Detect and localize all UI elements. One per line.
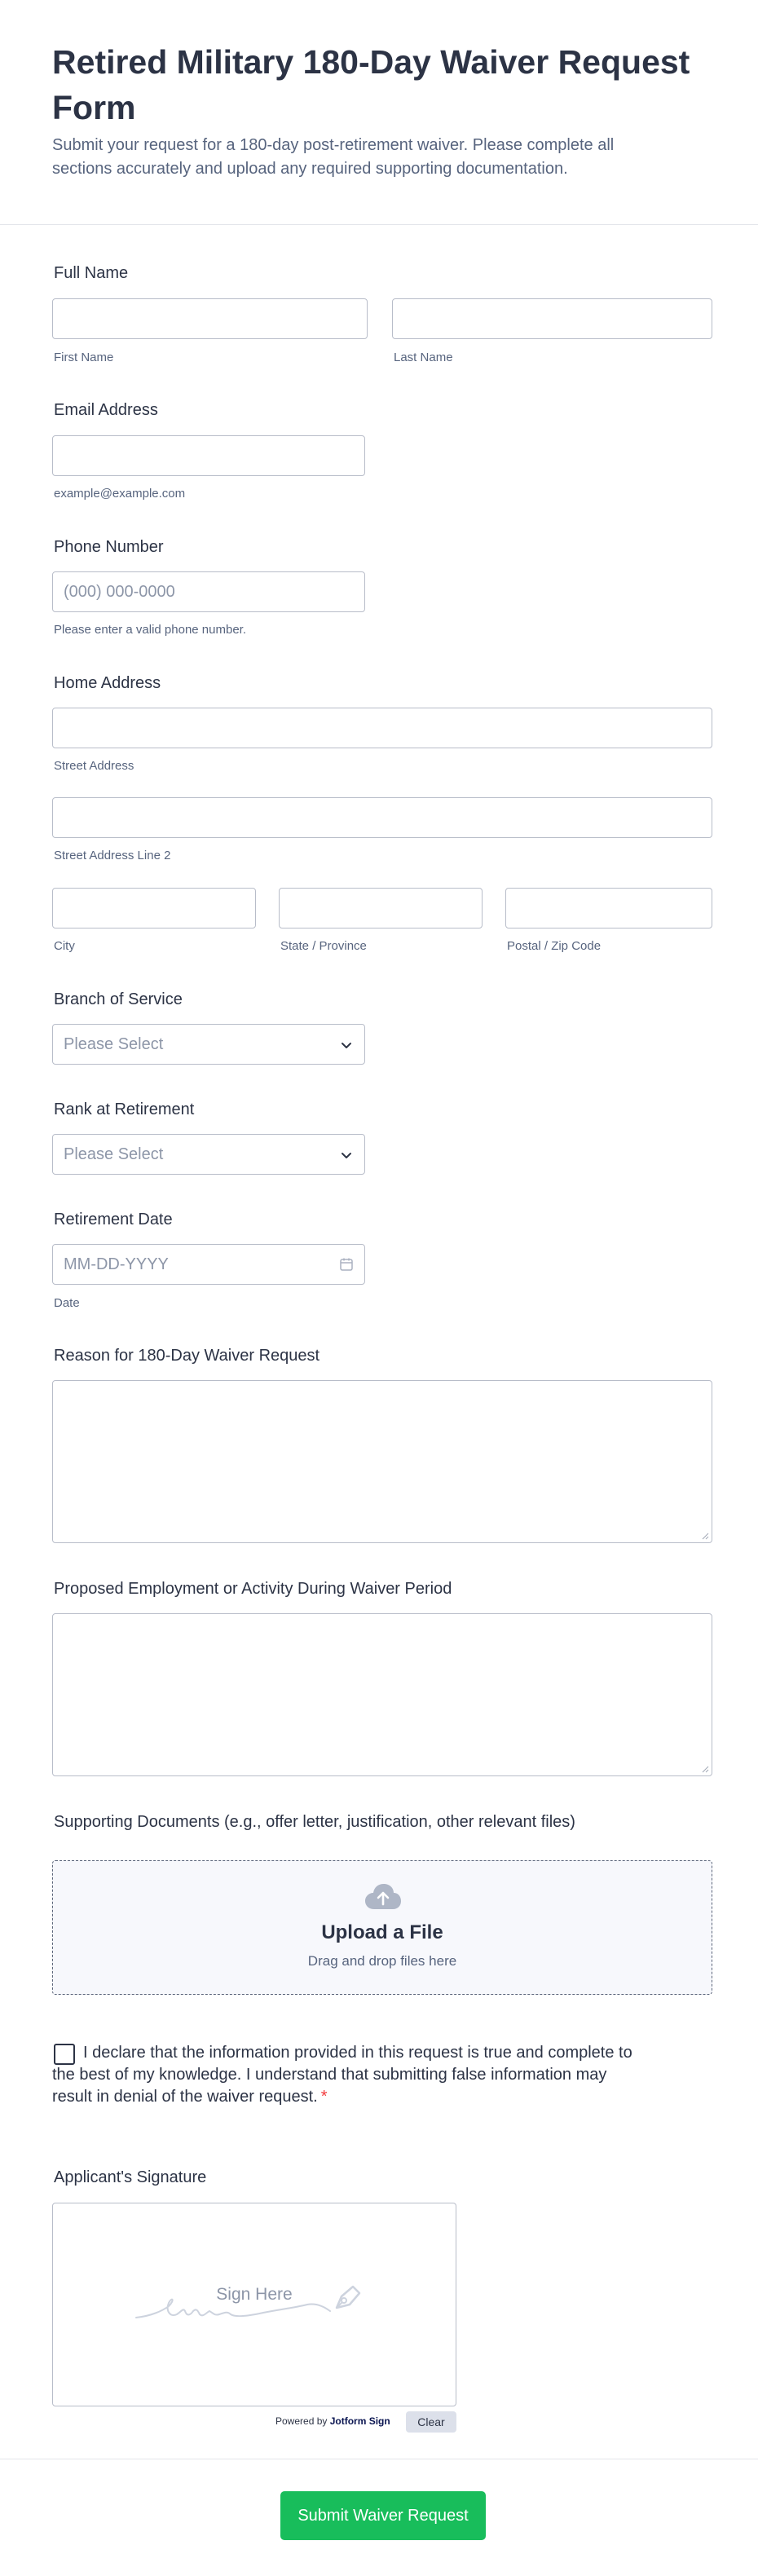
clear-signature-button[interactable]: Clear [406, 2411, 456, 2433]
branch-selected-value: Please Select [64, 1035, 164, 1053]
street-address-input[interactable] [52, 708, 712, 748]
cloud-upload-icon [365, 1884, 401, 1909]
state-input[interactable] [279, 888, 483, 929]
form-subtitle: Submit your request for a 180-day post-r… [52, 136, 615, 178]
street-address-line2-input[interactable] [52, 797, 712, 838]
declaration-text: I declare that the information provided … [52, 2042, 639, 2108]
city-sublabel: City [54, 939, 75, 953]
documents-label: Supporting Documents (e.g., offer letter… [54, 1813, 575, 1831]
declaration-label: I declare that the information provided … [52, 2044, 632, 2106]
powered-brand: Jotform Sign [329, 2415, 390, 2427]
chevron-down-icon [342, 1153, 351, 1158]
city-input[interactable] [52, 888, 256, 929]
rank-label: Rank at Retirement [54, 1101, 195, 1118]
required-star: * [320, 2088, 328, 2106]
phone-label: Phone Number [54, 538, 164, 556]
powered-prefix: Powered by [275, 2415, 328, 2427]
resize-grip-icon[interactable] [702, 1533, 709, 1540]
retirement-date-sublabel: Date [54, 1296, 80, 1310]
upload-title: Upload a File [321, 1921, 443, 1943]
branch-label: Branch of Service [54, 990, 183, 1008]
phone-input[interactable]: (000) 000-0000 [52, 571, 365, 612]
calendar-icon[interactable] [339, 1257, 354, 1272]
zip-input[interactable] [505, 888, 712, 929]
pen-nib-icon [335, 2285, 361, 2309]
email-sublabel: example@example.com [54, 487, 186, 501]
file-upload-dropzone[interactable]: Upload a File Drag and drop files here [52, 1860, 712, 1995]
signature-label: Applicant's Signature [54, 2168, 207, 2186]
first-name-input[interactable] [52, 298, 368, 339]
rank-selected-value: Please Select [64, 1145, 164, 1163]
retirement-date-placeholder: MM-DD-YYYY [64, 1255, 169, 1273]
form-title: Retired Military 180-Day Waiver Request … [52, 43, 690, 126]
resize-grip-icon[interactable] [702, 1766, 709, 1773]
email-label: Email Address [54, 401, 158, 419]
state-sublabel: State / Province [280, 939, 367, 953]
last-name-sublabel: Last Name [394, 351, 453, 364]
branch-select[interactable]: Please Select [52, 1024, 365, 1065]
street-address-sublabel: Street Address [54, 759, 134, 773]
zip-sublabel: Postal / Zip Code [507, 939, 602, 953]
retirement-date-input[interactable]: MM-DD-YYYY [52, 1244, 365, 1285]
address-label: Home Address [54, 674, 161, 692]
submit-button[interactable]: Submit Waiver Request [280, 2491, 486, 2540]
form-header: Retired Military 180-Day Waiver Request … [0, 0, 758, 225]
rank-select[interactable]: Please Select [52, 1134, 365, 1175]
phone-placeholder: (000) 000-0000 [64, 583, 175, 601]
reason-label: Reason for 180-Day Waiver Request [54, 1347, 320, 1365]
chevron-down-icon [342, 1043, 351, 1048]
signature-pad[interactable]: Sign Here [52, 2203, 456, 2406]
upload-subtitle: Drag and drop files here [307, 1953, 457, 1969]
street-address-line2-sublabel: Street Address Line 2 [54, 849, 171, 862]
powered-by: Powered by Jotform Sign [275, 2415, 390, 2427]
last-name-input[interactable] [392, 298, 712, 339]
signature-placeholder: Sign Here [216, 2285, 293, 2304]
first-name-sublabel: First Name [54, 351, 114, 364]
full-name-label: Full Name [54, 264, 129, 282]
email-input[interactable] [52, 435, 365, 476]
phone-sublabel: Please enter a valid phone number. [54, 623, 246, 637]
employment-label: Proposed Employment or Activity During W… [54, 1580, 452, 1598]
reason-textarea[interactable] [52, 1380, 712, 1543]
retirement-date-label: Retirement Date [54, 1211, 173, 1228]
employment-textarea[interactable] [52, 1613, 712, 1776]
